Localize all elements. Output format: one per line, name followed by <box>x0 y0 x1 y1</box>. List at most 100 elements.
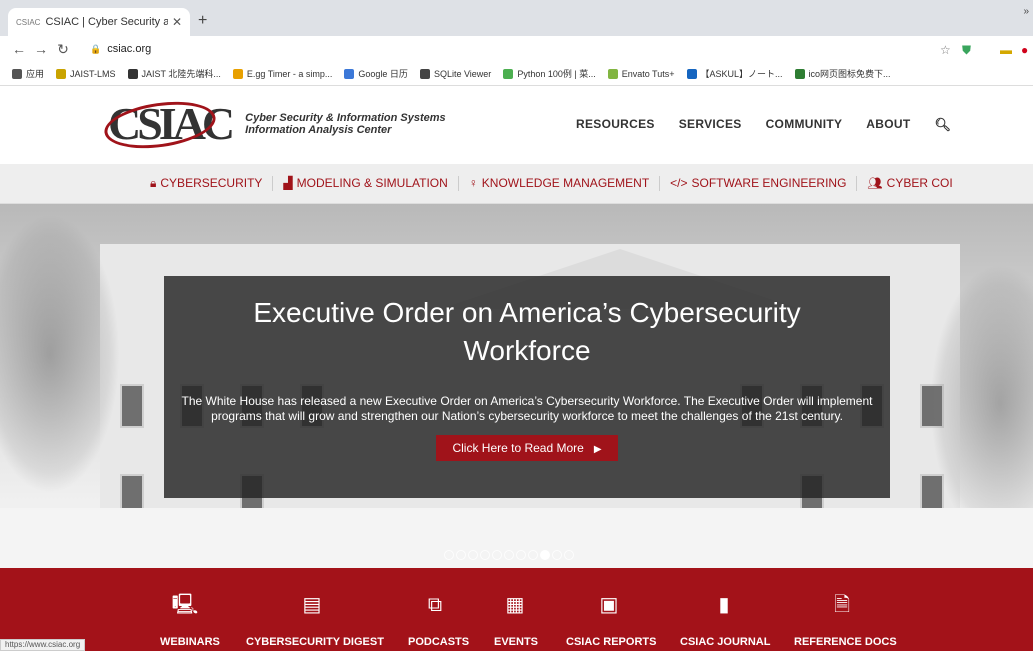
carousel-dot[interactable] <box>528 550 538 560</box>
topic-cybersecurity[interactable]: 🔒︎ CYBERSECURITY <box>140 176 274 191</box>
bookmark-label: Google 日历 <box>358 69 408 79</box>
carousel-dot[interactable] <box>504 550 514 560</box>
logo-mark: CSIAC <box>101 95 235 155</box>
carousel-dot[interactable] <box>492 550 502 560</box>
book-icon: ▮ <box>718 594 730 616</box>
star-icon[interactable]: ☆ <box>940 43 951 57</box>
nav-about[interactable]: ABOUT <box>866 117 910 133</box>
carousel-dot[interactable] <box>540 550 550 560</box>
carousel-dot[interactable] <box>456 550 466 560</box>
tab-favicon: CSIAC <box>16 17 41 27</box>
topic-software-engineering[interactable]: </> SOFTWARE ENGINEERING <box>660 176 858 191</box>
bookmark-item[interactable]: Envato Tuts+ <box>607 68 675 79</box>
bookmark-item[interactable]: 【ASKUL】ノート... <box>686 67 783 80</box>
bookmark-label: 应用 <box>26 69 45 79</box>
feature-cybersecurity-digest[interactable]: ▤ CYBERSECURITY DIGEST <box>246 568 384 648</box>
chart-icon: ▟ <box>283 176 293 190</box>
site-header: CSIAC Cyber Security & Information Syste… <box>0 87 1033 164</box>
group-icon: 👥︎ <box>867 176 883 190</box>
document-icon: 🗎︎ <box>833 594 851 616</box>
topic-nav: 🔒︎ CYBERSECURITY ▟ MODELING & SIMULATION ♀… <box>0 164 1033 204</box>
new-tab-button[interactable]: + <box>198 12 207 30</box>
search-icon[interactable]: 🔍︎ <box>934 117 951 133</box>
main-nav: RESOURCES SERVICES COMMUNITY ABOUT 🔍︎ <box>576 117 951 133</box>
egg-icon <box>232 68 243 79</box>
reload-icon[interactable]: ↻ <box>52 41 74 58</box>
browser-toolbar: ← → ↻ 🔒 csiac.org <box>0 36 1033 62</box>
bookmark-item[interactable]: Google 日历 <box>344 67 408 80</box>
browser-tab[interactable]: CSIAC CSIAC | Cyber Security and Info ✕ <box>8 8 190 36</box>
bookmark-item[interactable]: 应用 <box>12 67 44 80</box>
bookmark-item[interactable]: JAIST 北陸先端科... <box>127 67 221 80</box>
apps-icon <box>12 68 22 79</box>
bookmark-label: E.gg Timer - a simp... <box>246 68 333 79</box>
bookmarks-bar: 应用 JAIST-LMS JAIST 北陸先端科... E.gg Timer - a … <box>0 62 1033 86</box>
back-icon[interactable]: ← <box>8 41 30 57</box>
feature-reference-docs[interactable]: 🗎︎ REFERENCE DOCS <box>794 568 897 648</box>
carousel-dot[interactable] <box>444 550 454 560</box>
bookmark-label: Envato Tuts+ <box>621 68 675 79</box>
bookmark-item[interactable]: Python 100例 | 菜... <box>503 67 596 80</box>
feature-csiac-reports[interactable]: ▣ CSIAC REPORTS <box>566 568 656 648</box>
close-tab-icon[interactable]: ✕ <box>172 15 182 29</box>
tab-title: CSIAC | Cyber Security and Info <box>45 16 168 28</box>
tree-right <box>930 264 1033 544</box>
opera-extension-icon[interactable]: ● <box>1021 43 1028 57</box>
status-url: https://www.csiac.org <box>0 639 86 651</box>
report-icon: ▣ <box>599 594 619 616</box>
nav-resources[interactable]: RESOURCES <box>576 117 655 133</box>
lock-icon: 🔒︎ <box>150 176 157 190</box>
feature-podcasts[interactable]: ⧉ PODCASTS <box>408 568 469 648</box>
bookmark-label: 【ASKUL】ノート... <box>700 69 783 79</box>
bookmark-label: JAIST-LMS <box>70 68 116 79</box>
envato-icon <box>607 68 618 79</box>
lightbulb-icon: ♀ <box>468 176 478 190</box>
carousel-dot[interactable] <box>552 550 562 560</box>
feature-events[interactable]: ▦ EVENTS <box>494 568 538 648</box>
podcast-icon: ⧉ <box>427 594 443 616</box>
feature-webinars[interactable]: 🖳︎ WEBINARS <box>160 568 220 648</box>
feature-csiac-journal[interactable]: ▮ CSIAC JOURNAL <box>680 568 770 648</box>
topic-cyber-coi[interactable]: 👥︎ CYBER COI <box>857 176 962 191</box>
bookmark-label: JAIST 北陸先端科... <box>141 69 221 79</box>
bookmark-item[interactable]: SQLite Viewer <box>419 68 492 79</box>
url-text: csiac.org <box>107 43 152 55</box>
code-icon: </> <box>670 176 688 190</box>
more-bookmarks-icon[interactable]: » <box>1023 6 1029 17</box>
bookmark-label: SQLite Viewer <box>433 68 492 79</box>
askul-icon <box>686 68 697 79</box>
nav-services[interactable]: SERVICES <box>679 117 742 133</box>
python-icon <box>503 68 514 79</box>
lock-icon: 🔒 <box>90 43 102 54</box>
bookmark-item[interactable]: E.gg Timer - a simp... <box>232 68 333 79</box>
hero-title: Executive Order on America’s Cybersecuri… <box>253 297 801 366</box>
jaist2-icon <box>127 68 138 79</box>
carousel-dot[interactable] <box>480 550 490 560</box>
bookmark-item[interactable]: ico网页图标免费下... <box>794 67 891 80</box>
logo-line-1: Cyber Security & Information Systems <box>245 111 446 124</box>
forward-icon[interactable]: → <box>30 41 52 57</box>
csiac-logo[interactable]: CSIAC Cyber Security & Information Syste… <box>101 95 446 155</box>
address-bar[interactable]: 🔒 csiac.org <box>90 43 151 55</box>
carousel-dot[interactable] <box>564 550 574 560</box>
read-more-button[interactable]: Click Here to Read More ▶ <box>436 435 618 461</box>
topic-modeling-simulation[interactable]: ▟ MODELING & SIMULATION <box>273 176 459 191</box>
bookmark-item[interactable]: JAIST-LMS <box>56 68 116 79</box>
feature-bar: 🖳︎ WEBINARS ▤ CYBERSECURITY DIGEST ⧉ POD… <box>0 568 1033 651</box>
monitor-icon: 🖳︎ <box>171 594 199 616</box>
topic-knowledge-management[interactable]: ♀ KNOWLEDGE MANAGEMENT <box>459 176 661 191</box>
calendar-icon <box>344 68 355 79</box>
extension-icon[interactable]: ▬ <box>1000 43 1012 57</box>
logo-line-2: Information Analysis Center <box>245 123 392 136</box>
jaist-icon <box>56 68 67 79</box>
play-arrow-icon: ▶ <box>593 444 602 455</box>
calendar-icon: ▦ <box>505 594 525 616</box>
hero-carousel: Executive Order on America’s Cybersecuri… <box>0 204 1033 568</box>
bookmark-label: Python 100例 | 菜... <box>517 69 596 79</box>
hero-description: The White House has released a new Execu… <box>181 394 873 423</box>
carousel-dot[interactable] <box>468 550 478 560</box>
sqlite-icon <box>419 68 430 79</box>
shield-extension-icon[interactable]: ⛊ <box>962 43 971 58</box>
carousel-dot[interactable] <box>516 550 526 560</box>
nav-community[interactable]: COMMUNITY <box>766 117 843 133</box>
